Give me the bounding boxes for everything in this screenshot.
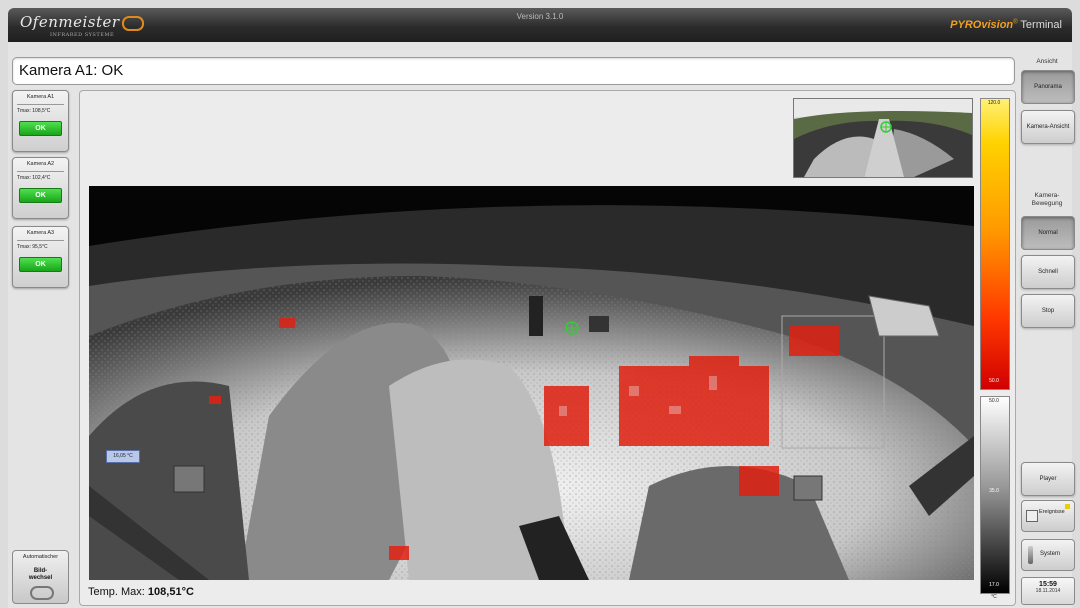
status-badge: OK (19, 188, 62, 203)
system-button[interactable]: System (1021, 539, 1075, 571)
scale-unit: °C (991, 594, 997, 600)
camera-max-temp: Tmax: 95,5°C (17, 244, 48, 250)
event-icon (1026, 510, 1038, 522)
scale-mid-hot: 50.0 (989, 378, 999, 384)
brand: PYROvision® Terminal (950, 19, 1062, 31)
system-label: System (1040, 551, 1061, 557)
thumbnail-image (794, 99, 972, 177)
brand-suffix: Terminal (1020, 19, 1062, 31)
temp-max-label: Temp. Max: (88, 586, 145, 598)
title-bar: Ofenmeister INFRARED SYSTEME Version 3.1… (8, 8, 1072, 42)
auto-switch-label: Automatischer (22, 554, 59, 560)
status-badge: OK (19, 121, 62, 136)
camera-name: Kamera A1 (26, 94, 55, 100)
window-title: Version 3.1.0 (516, 12, 564, 21)
normal-button[interactable]: Normal (1021, 216, 1075, 250)
registered-icon: ® (1013, 19, 1018, 26)
camera-max-temp: Tmax: 108,5°C (17, 108, 51, 114)
divider (17, 240, 64, 241)
clock-time: 15:59 (1039, 581, 1057, 588)
scale-max: 120.0 (987, 100, 1001, 106)
temperature-marker[interactable]: 16,05 °C (106, 450, 140, 463)
clock-date: 18.11.2014 (1035, 588, 1061, 594)
divider (17, 171, 64, 172)
scale-mid: 35.0 (989, 488, 999, 494)
status-bar: Kamera A1: OK (12, 57, 1015, 85)
schnell-button[interactable]: Schnell (1021, 255, 1075, 289)
ansicht-label: Ansicht (1036, 58, 1058, 65)
camera-button-a1[interactable]: Kamera A1 Tmax: 108,5°C OK (12, 90, 69, 152)
brand-name: PYROvision (950, 19, 1014, 31)
auto-switch-button[interactable]: Automatischer Bild- wechsel (12, 550, 69, 604)
toggle-icon (30, 586, 54, 600)
scale-mid-cold: 50.0 (989, 398, 999, 404)
player-button[interactable]: Player (1021, 462, 1075, 496)
scale-min: 17.0 (989, 582, 999, 588)
camera-name: Kamera A3 (26, 230, 55, 236)
thermal-scene (89, 186, 974, 580)
status-text: Kamera A1: OK (19, 62, 124, 79)
ereignisse-label: Ereignisse (1039, 509, 1065, 515)
temp-max-readout: Temp. Max: 108,51°C (88, 586, 194, 598)
kamera-bewegung-label: Kamera-Bewegung (1031, 192, 1063, 207)
stop-button[interactable]: Stop (1021, 294, 1075, 328)
system-icon (1028, 546, 1033, 564)
auto-switch-title: Bild- wechsel (13, 568, 68, 582)
panorama-button[interactable]: Panorama (1021, 70, 1075, 104)
status-badge: OK (19, 257, 62, 272)
logo-subtitle: INFRARED SYSTEME (50, 32, 115, 38)
ereignisse-button[interactable]: Ereignisse (1021, 500, 1075, 532)
divider (17, 104, 64, 105)
clock: 15:59 18.11.2014 (1021, 577, 1075, 605)
hot-scale-bar (980, 98, 1010, 390)
kamera-ansicht-button[interactable]: Kamera-Ansicht (1021, 110, 1075, 144)
auto-switch-line3: wechsel (28, 575, 53, 581)
temp-max-value: 108,51°C (147, 586, 194, 598)
camera-name: Kamera A2 (26, 161, 55, 167)
camera-button-a2[interactable]: Kamera A2 Tmax: 102,4°C OK (12, 157, 69, 219)
auto-switch-line2: Bild- (33, 568, 48, 574)
camera-max-temp: Tmax: 102,4°C (17, 175, 51, 181)
cold-scale-bar (980, 396, 1010, 594)
temperature-scale: 120.0 50.0 50.0 35.0 17.0 °C (980, 98, 1010, 600)
thermal-image[interactable] (89, 186, 974, 580)
camera-button-a3[interactable]: Kamera A3 Tmax: 95,5°C OK (12, 226, 69, 288)
panorama-thumbnail[interactable] (793, 98, 973, 178)
